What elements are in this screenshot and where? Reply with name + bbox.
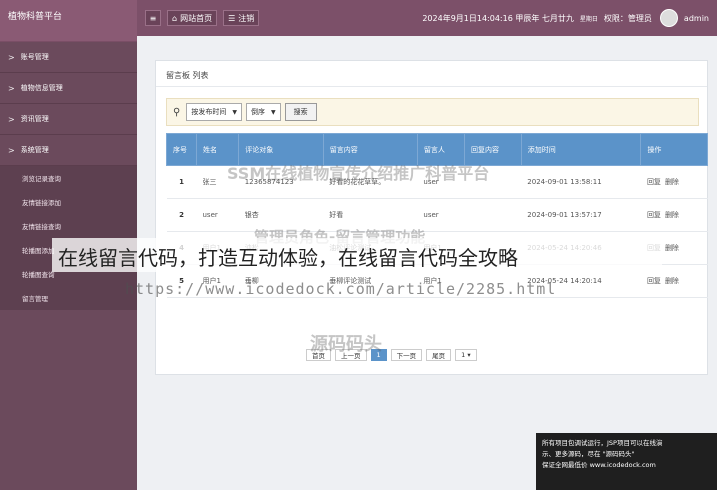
watermark-brand: 源码码头	[310, 334, 382, 355]
hamburger-icon: ≡	[149, 13, 157, 23]
panel-title: 留言板 列表	[156, 61, 707, 87]
nav-label: 资讯管理	[20, 115, 49, 123]
message-table: 序号 姓名 评论对象 留言内容 留言人 回复内容 添加时间 操作 1 张三 12…	[166, 133, 708, 298]
reply-link[interactable]: 回复	[647, 211, 661, 219]
search-bar: ⚲ 按发布时间 ▼ 倒序 ▼ 搜索	[166, 98, 699, 126]
site-home-label: 网站首页	[180, 13, 213, 23]
topbar: ≡ ⌂ 网站首页 ☰ 注销 2024年9月1日14:04:16 甲辰年 七月廿九 星…	[137, 0, 717, 36]
subnav-item[interactable]: 友情链接查询	[0, 214, 137, 238]
table-row: 2 user 银杏 好看 user 2024-09-01 13:57:17 回复…	[166, 198, 708, 232]
cell-time: 2024-09-01 13:57:17	[521, 198, 641, 232]
search-icon: ⚲	[173, 106, 181, 118]
nav-account[interactable]: > 账号管理	[0, 42, 137, 73]
cell-time: 2024-09-01 13:58:11	[521, 165, 641, 199]
logout-button[interactable]: ☰ 注销	[223, 10, 260, 26]
chevron-right-icon: >	[8, 52, 15, 62]
chevron-down-icon: >	[8, 145, 15, 155]
sort-select[interactable]: 按发布时间 ▼	[186, 103, 242, 121]
nav-news[interactable]: > 资讯管理	[0, 104, 137, 135]
delete-link[interactable]: 删除	[665, 244, 679, 252]
cell-ops: 回复删除	[640, 198, 708, 232]
brand-title: 植物科普平台	[0, 0, 137, 42]
nav-label: 植物信息管理	[20, 84, 63, 92]
sort-value: 按发布时间	[191, 108, 227, 116]
reply-link[interactable]: 回复	[647, 277, 661, 285]
search-button[interactable]: 搜索	[284, 103, 317, 121]
logout-label: 注销	[238, 13, 255, 23]
permission: 权限：管理员	[603, 13, 652, 23]
subnav-item[interactable]: 浏览记录查询	[0, 166, 137, 190]
weekday: 星期日	[579, 15, 598, 23]
cell-no: 2	[166, 198, 197, 232]
avatar[interactable]	[659, 9, 678, 27]
promo-box: 所有项目包调试运行，JSP项目可以在线演 示、更多源码，尽在 "源码码头" 保证…	[536, 433, 717, 490]
top-right-info: 2024年9月1日14:04:16 甲辰年 七月廿九 星期日 权限：管理员 ad…	[416, 9, 709, 27]
chevron-right-icon: >	[8, 114, 15, 124]
cell-no: 1	[166, 165, 197, 199]
chevron-down-icon: ▼	[270, 108, 276, 116]
subnav-item[interactable]: 友情链接添加	[0, 190, 137, 214]
site-home-button[interactable]: ⌂ 网站首页	[167, 10, 218, 26]
last-page-button[interactable]: 尾页	[426, 349, 452, 361]
chevron-right-icon: >	[8, 83, 15, 93]
user-name[interactable]: admin	[684, 14, 709, 23]
logout-icon: ☰	[228, 13, 236, 23]
page-select-value: 1	[461, 351, 466, 359]
promo-line: 所有项目包调试运行，JSP项目可以在线演	[542, 439, 663, 447]
delete-link[interactable]: 删除	[665, 211, 679, 219]
caption-banner: 在线留言代码，打造互动体验，在线留言代码全攻略	[52, 238, 662, 272]
delete-link[interactable]: 删除	[665, 178, 679, 186]
reply-link[interactable]: 回复	[647, 178, 661, 186]
nav-label: 账号管理	[20, 53, 49, 61]
page-select[interactable]: 1 ▾	[455, 349, 477, 361]
promo-line: 示、更多源码，尽在 "源码码头"	[542, 450, 635, 458]
menu-toggle-button[interactable]: ≡	[145, 10, 161, 26]
col-header: 序号	[166, 133, 197, 166]
cell-reply	[464, 198, 522, 232]
nav-label: 系统管理	[20, 146, 49, 154]
next-page-button[interactable]: 下一页	[390, 349, 423, 361]
subnav-item[interactable]: 留言管理	[0, 286, 137, 310]
watermark-title: SSM在线植物宣传介绍推广科普平台	[227, 164, 490, 183]
article-url: https://www.icodedock.com/article/2285.h…	[125, 280, 557, 298]
datetime: 2024年9月1日14:04:16 甲辰年 七月廿九	[422, 13, 574, 23]
order-value: 倒序	[250, 108, 265, 116]
main-panel: 留言板 列表 ⚲ 按发布时间 ▼ 倒序 ▼ 搜索 序号 姓名 评论对象 留言内容 留…	[155, 60, 708, 375]
nav-plant[interactable]: > 植物信息管理	[0, 73, 137, 104]
cell-name: user	[196, 198, 239, 232]
cell-ops: 回复删除	[640, 165, 708, 199]
delete-link[interactable]: 删除	[665, 277, 679, 285]
chevron-down-icon: ▼	[232, 108, 237, 116]
col-header: 操作	[640, 133, 708, 166]
nav-system[interactable]: > 系统管理	[0, 135, 137, 166]
order-select[interactable]: 倒序 ▼	[245, 103, 281, 121]
promo-line: 保证全网最低价 www.icodedock.com	[542, 461, 656, 469]
col-header: 添加时间	[520, 133, 642, 166]
home-icon: ⌂	[172, 13, 178, 23]
